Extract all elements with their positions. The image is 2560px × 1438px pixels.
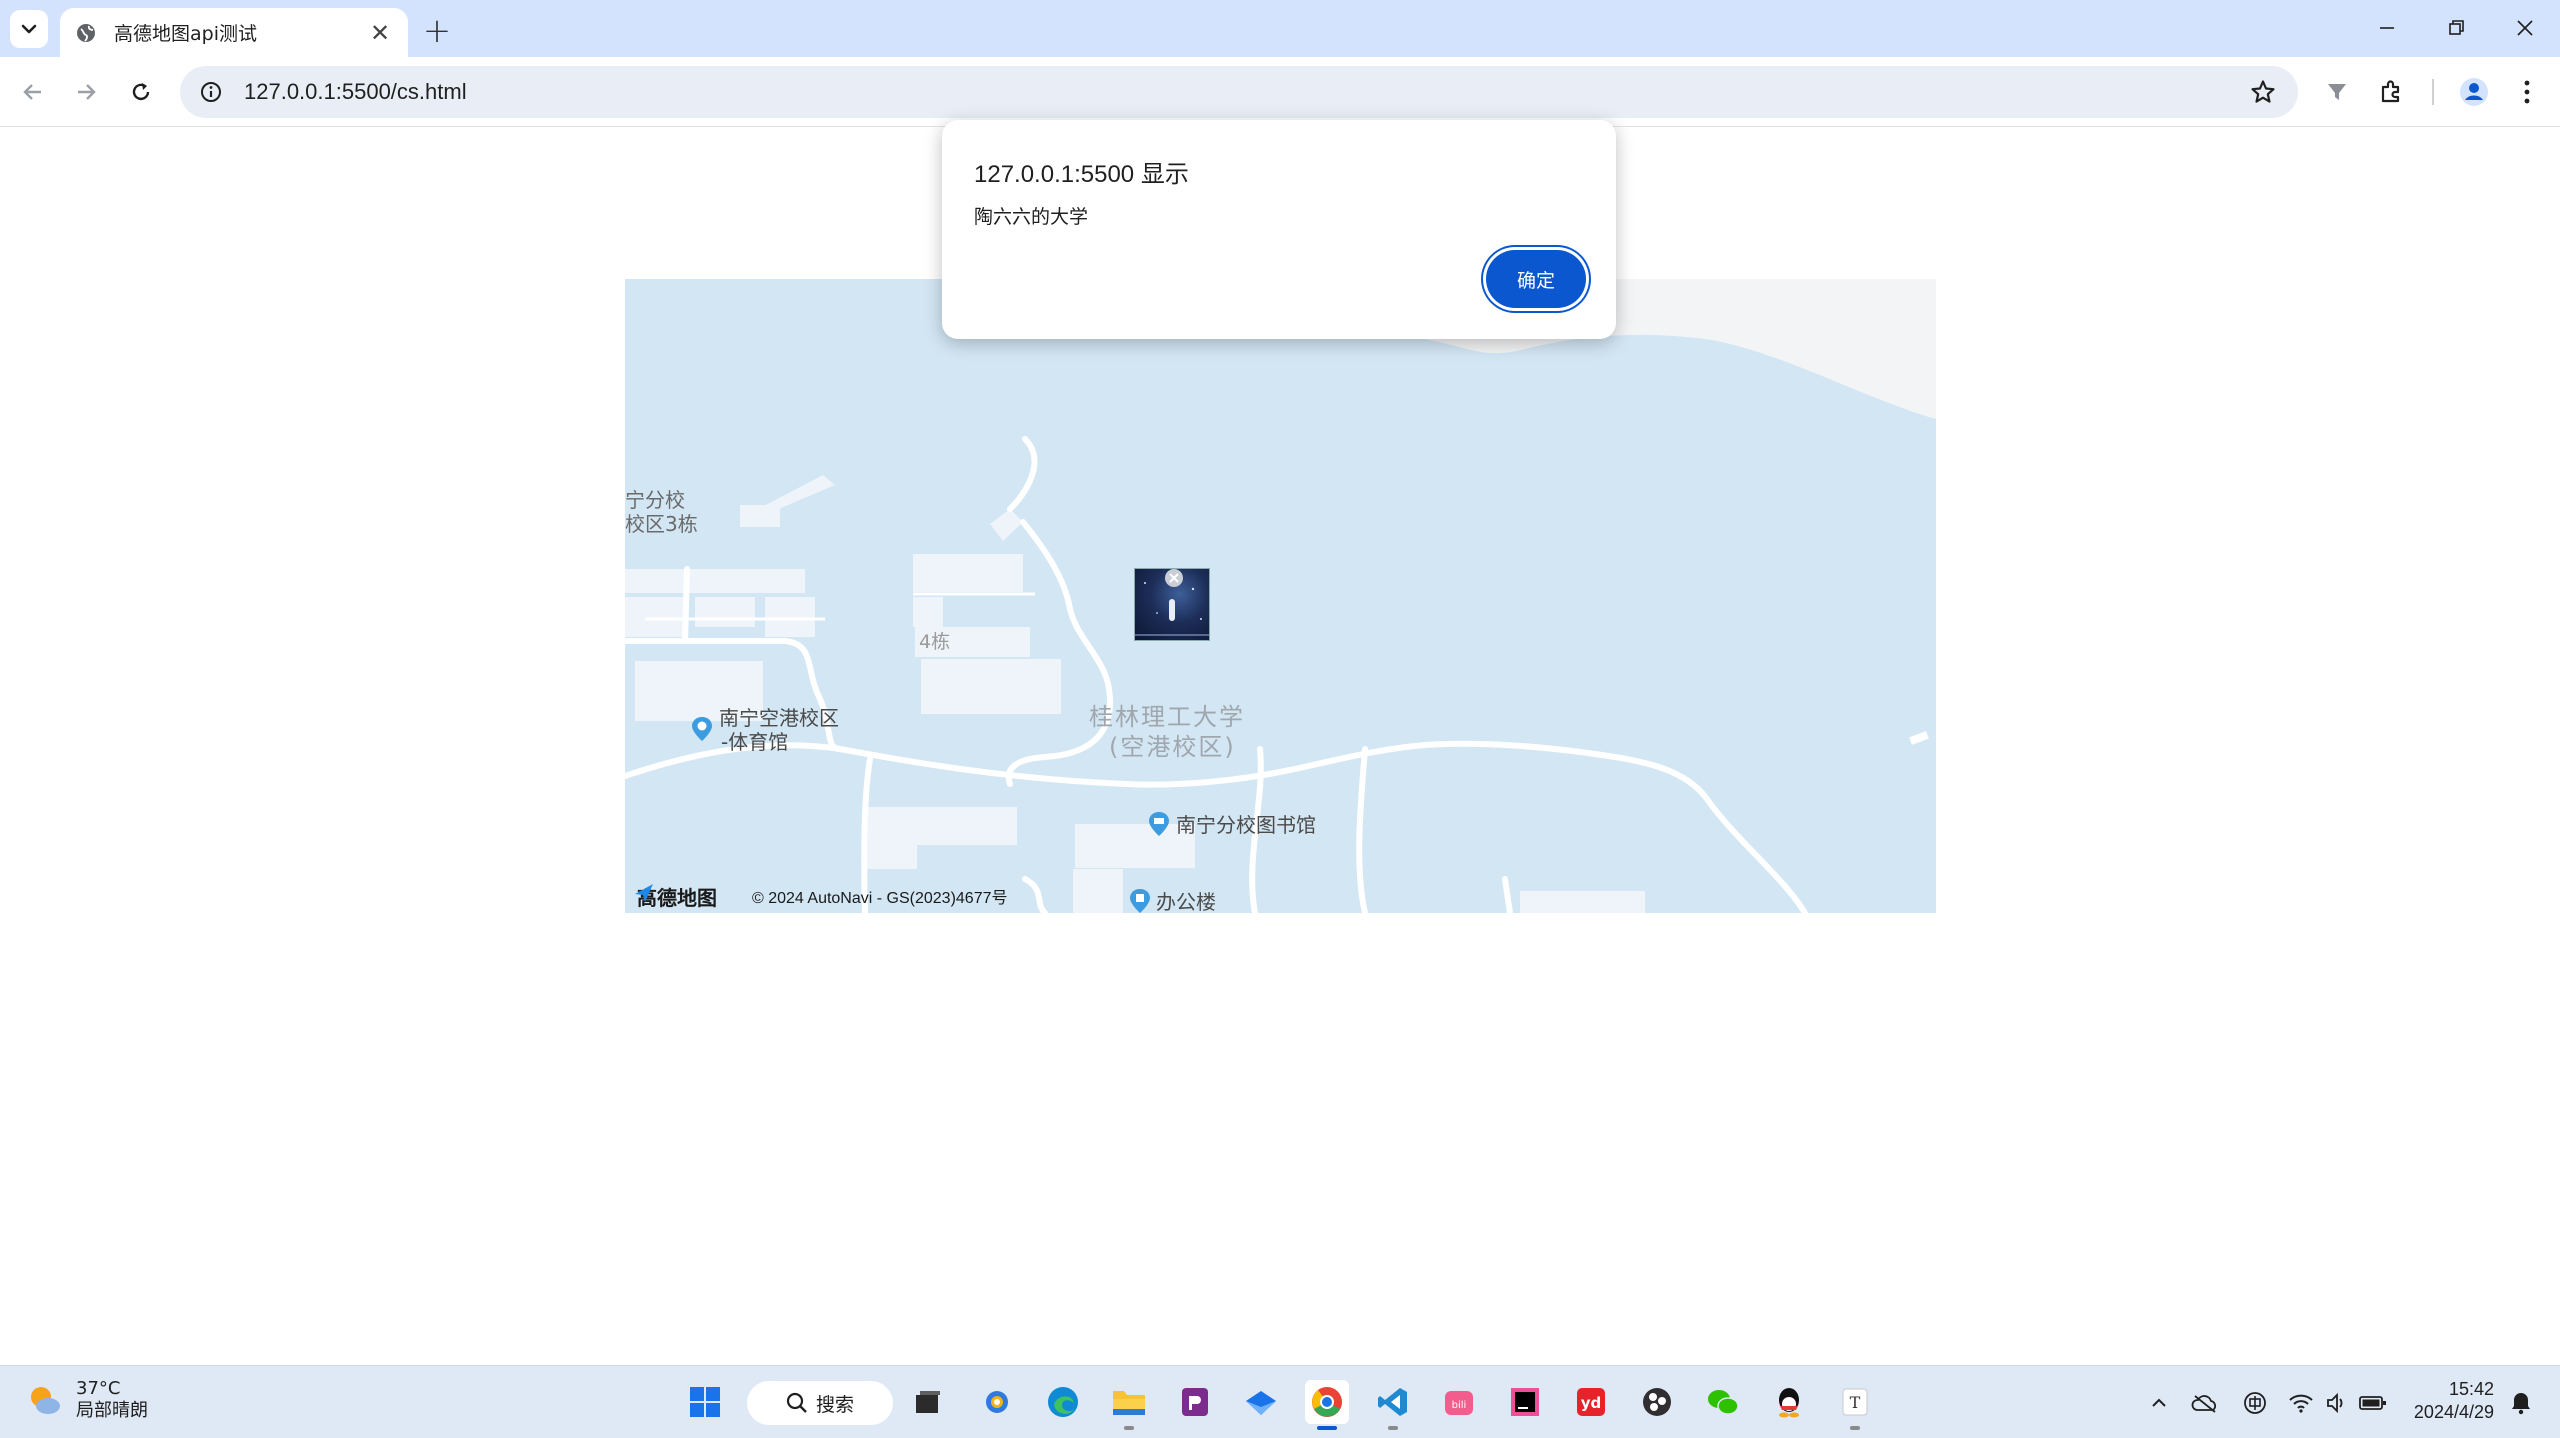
edge-icon[interactable]	[1041, 1380, 1085, 1424]
youdao-icon[interactable]: yd	[1569, 1380, 1613, 1424]
url-text: 127.0.0.1:5500/cs.html	[244, 79, 467, 104]
close-window-icon[interactable]	[2505, 10, 2545, 46]
weather-widget[interactable]: 37°C 局部晴朗	[24, 1378, 148, 1422]
search-label: 搜索	[815, 1393, 854, 1416]
bilibili-icon[interactable]: bili	[1437, 1380, 1481, 1424]
volume-icon[interactable]	[2322, 1388, 2352, 1418]
extensions-puzzle-icon[interactable]	[2373, 73, 2411, 111]
notification-bell-icon[interactable]	[2506, 1388, 2536, 1418]
running-indicator	[1388, 1426, 1398, 1430]
map-label-university: 桂林理工大学	[1089, 703, 1245, 731]
weather-temp: 37°C	[76, 1378, 121, 1399]
browser-toolbar: 127.0.0.1:5500/cs.html	[0, 57, 2560, 127]
marker-stars	[1135, 580, 1209, 636]
obs-icon[interactable]	[1635, 1380, 1679, 1424]
restore-icon[interactable]	[2437, 10, 2477, 46]
vscode-icon[interactable]	[1371, 1380, 1415, 1430]
bookmark-star-icon[interactable]	[2248, 77, 2278, 107]
map-copyright: © 2024 AutoNavi - GS(2023)4677号	[752, 890, 1008, 907]
clock-time: 15:42	[2448, 1379, 2494, 1399]
minimize-icon[interactable]	[2367, 10, 2407, 46]
map-label-library[interactable]: 南宁分校图书馆	[1176, 814, 1316, 837]
dialog-ok-button[interactable]: 确定	[1486, 250, 1586, 308]
photos-icon[interactable]	[975, 1380, 1019, 1424]
tab-title: 高德地图api测试	[114, 23, 257, 45]
back-icon[interactable]	[14, 73, 52, 111]
map-label-campus-fragment: 宁分校	[625, 488, 685, 512]
search-icon	[786, 1392, 807, 1413]
task-view-icon[interactable]	[906, 1380, 950, 1424]
chevron-down-icon	[21, 24, 37, 34]
clock-date: 2024/4/29	[2413, 1402, 2494, 1422]
alert-dialog: 127.0.0.1:5500 显示 陶六六的大学 确定	[942, 120, 1616, 339]
pdf-icon[interactable]	[1173, 1380, 1217, 1424]
toolbar-divider	[2432, 79, 2434, 105]
globe-icon	[74, 21, 98, 45]
tab-strip: 高德地图api测试 ✕ +	[0, 0, 2560, 57]
svg-text:bili: bili	[1452, 1400, 1467, 1411]
map-label-university-campus: (空港校区)	[1109, 733, 1236, 761]
svg-text:yd: yd	[1581, 1394, 1602, 1412]
onedrive-cloud-icon[interactable]	[2190, 1388, 2220, 1418]
profile-avatar-icon[interactable]	[2455, 73, 2493, 111]
chevron-up-icon[interactable]	[2144, 1388, 2174, 1418]
running-indicator	[1124, 1426, 1134, 1430]
tab-active[interactable]: 高德地图api测试 ✕	[60, 8, 408, 57]
map-container[interactable]: 宁分校 校区3栋 4栋 南宁空港校区 -体育馆 桂林理工大学 (空港校区) 南宁…	[625, 279, 1936, 913]
qq-icon[interactable]	[1767, 1380, 1811, 1424]
battery-icon[interactable]	[2358, 1388, 2388, 1418]
start-icon[interactable]	[683, 1380, 727, 1424]
jetbrains-icon[interactable]	[1503, 1380, 1547, 1424]
custom-image-marker[interactable]	[1134, 568, 1210, 641]
site-info-icon[interactable]	[196, 77, 226, 107]
wechat-icon[interactable]	[1701, 1380, 1745, 1424]
map-label-gym-line1[interactable]: 南宁空港校区	[719, 707, 839, 730]
new-tab-button[interactable]: +	[418, 11, 456, 51]
system-clock[interactable]: 15:42 2024/4/29	[2408, 1378, 2494, 1424]
wifi-icon[interactable]	[2286, 1388, 2316, 1418]
address-bar[interactable]: 127.0.0.1:5500/cs.html	[180, 66, 2298, 118]
mail-icon[interactable]	[1239, 1380, 1283, 1424]
tab-search-button[interactable]	[10, 10, 48, 48]
running-indicator	[1850, 1426, 1860, 1430]
dialog-title: 127.0.0.1:5500 显示	[974, 161, 1189, 188]
map-pin-icon[interactable]	[691, 716, 713, 742]
map-label-building-4: 4栋	[919, 631, 951, 653]
office-pin-icon[interactable]	[1129, 888, 1151, 913]
input-method-icon[interactable]	[2240, 1388, 2270, 1418]
extension-filter-icon[interactable]	[2318, 73, 2356, 111]
map-label-gym-line2[interactable]: -体育馆	[721, 731, 788, 754]
svg-text:T: T	[1850, 1393, 1861, 1412]
sun-cloud-icon	[31, 1387, 60, 1414]
menu-kebab-icon[interactable]	[2508, 73, 2546, 111]
dialog-message: 陶六六的大学	[974, 206, 1089, 228]
chrome-icon[interactable]	[1305, 1380, 1349, 1430]
forward-icon[interactable]	[67, 73, 105, 111]
windows-taskbar: 37°C 局部晴朗 搜索 bili yd T 15:42 2024/4/29	[0, 1365, 2560, 1438]
close-tab-icon[interactable]: ✕	[366, 19, 394, 47]
map-label-office[interactable]: 办公楼	[1156, 891, 1216, 914]
reload-icon[interactable]	[122, 73, 160, 111]
typora-icon[interactable]: T	[1833, 1380, 1877, 1430]
amap-arrow-icon	[635, 884, 653, 902]
map-label-campus-building-3: 校区3栋	[625, 512, 698, 536]
file-explorer-icon[interactable]	[1107, 1380, 1151, 1430]
library-pin-icon[interactable]	[1148, 811, 1170, 837]
weather-condition: 局部晴朗	[76, 1400, 148, 1421]
amap-logo[interactable]: 高德地图	[633, 882, 717, 911]
taskbar-search[interactable]: 搜索	[747, 1381, 893, 1425]
active-indicator	[1317, 1426, 1337, 1430]
